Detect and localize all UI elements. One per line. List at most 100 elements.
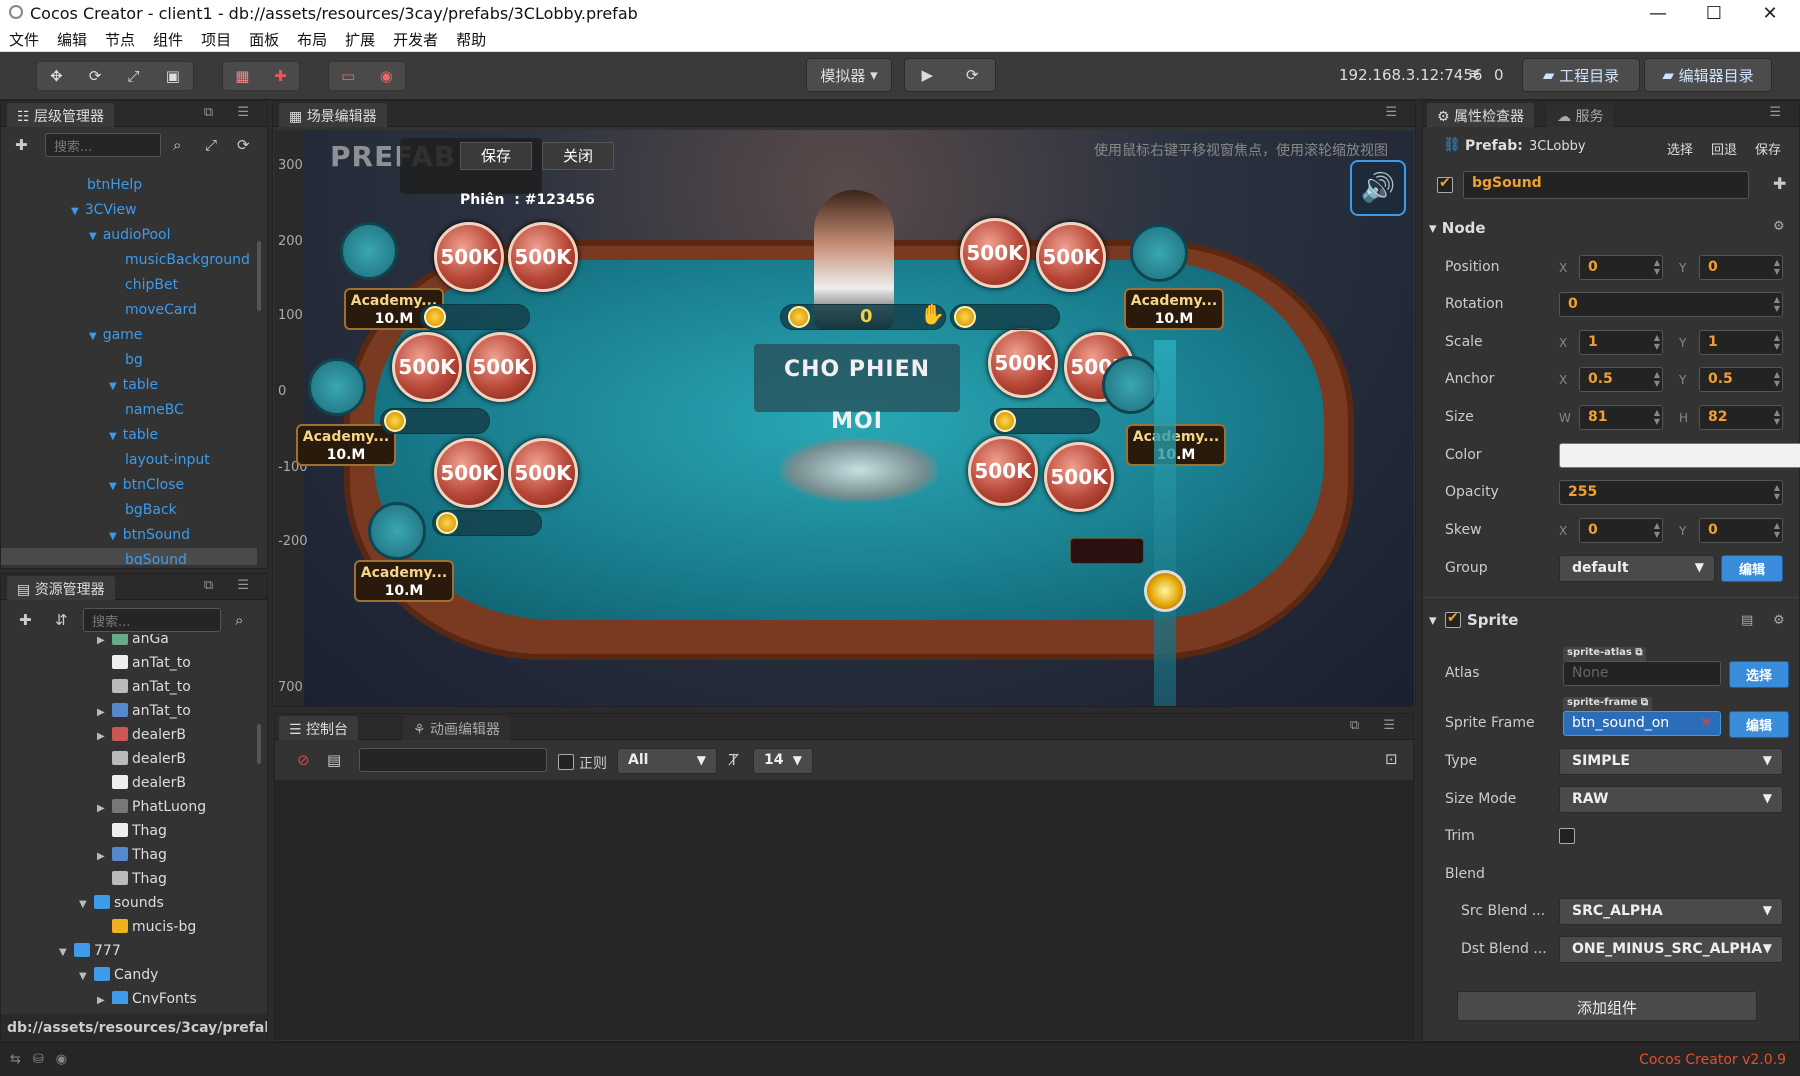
player-avatar[interactable]: [340, 222, 398, 280]
bet-chip[interactable]: 500K: [988, 328, 1058, 398]
spinner-icon[interactable]: ▲ ▼: [1654, 408, 1660, 426]
src-blend-dropdown[interactable]: SRC_ALPHA ▼: [1559, 898, 1783, 925]
expand-arrow-icon[interactable]: ▶: [97, 634, 107, 652]
size-mode-dropdown[interactable]: RAW ▼: [1559, 786, 1783, 813]
tab-scene-editor[interactable]: ▦ 场景编辑器: [279, 103, 387, 127]
player-avatar[interactable]: [308, 358, 366, 416]
hierarchy-node[interactable]: bgSound: [1, 548, 257, 565]
asset-item[interactable]: anTat_to: [97, 676, 191, 699]
menu-help[interactable]: 帮助: [447, 29, 495, 50]
menu-node[interactable]: 节点: [96, 29, 144, 50]
group-edit-button[interactable]: 编辑: [1721, 555, 1783, 582]
expand-arrow-icon[interactable]: ▼: [89, 331, 97, 342]
menu-project[interactable]: 项目: [192, 29, 240, 50]
pivot-icon[interactable]: ▦: [235, 67, 249, 85]
asset-item[interactable]: ▶ CnyFonts: [97, 988, 197, 1004]
node-name-field[interactable]: bgSound: [1463, 171, 1749, 199]
menu-component[interactable]: 组件: [144, 29, 192, 50]
tab-services[interactable]: ☁ 服务: [1547, 103, 1614, 127]
spinner-icon[interactable]: ▲ ▼: [1774, 295, 1780, 313]
hierarchy-node[interactable]: ▼ table: [109, 423, 158, 447]
hierarchy-node[interactable]: bg: [125, 348, 143, 372]
font-size-dropdown[interactable]: 14 ▼: [753, 748, 813, 774]
hierarchy-node[interactable]: ▼ audioPool: [89, 223, 170, 247]
size-w-field[interactable]: 81 ▲ ▼: [1579, 405, 1663, 430]
bet-chip[interactable]: 500K: [968, 436, 1038, 506]
spinner-icon[interactable]: ▲ ▼: [1774, 521, 1780, 539]
asset-item[interactable]: ▼ sounds: [79, 892, 164, 915]
prefab-select-button[interactable]: 选择: [1667, 139, 1693, 158]
spinner-icon[interactable]: ▲ ▼: [1654, 521, 1660, 539]
hierarchy-search-input[interactable]: 搜索...: [45, 133, 161, 157]
prefab-save-button[interactable]: 保存: [1755, 139, 1781, 158]
maximize-button[interactable]: ☐: [1686, 0, 1742, 27]
asset-item[interactable]: ▶ anGa: [97, 634, 169, 651]
expand-arrow-icon[interactable]: ▼: [109, 481, 117, 492]
book-icon[interactable]: ▤: [1741, 613, 1753, 628]
panel-menu-icon[interactable]: ⧉ ☰: [204, 578, 259, 593]
clear-icon[interactable]: ⊘: [297, 751, 310, 769]
clear-icon[interactable]: ✕: [1700, 715, 1712, 731]
tab-animation-editor[interactable]: ⚘ 动画编辑器: [403, 716, 511, 740]
search-icon[interactable]: ⌕: [173, 136, 181, 154]
type-dropdown[interactable]: SIMPLE ▼: [1559, 748, 1783, 775]
expand-arrow-icon[interactable]: ▼: [71, 206, 79, 217]
menu-edit[interactable]: 编辑: [48, 29, 96, 50]
bet-chip[interactable]: 500K: [466, 332, 536, 402]
sprite-enabled-checkbox[interactable]: [1445, 610, 1461, 628]
rotate-tool-icon[interactable]: ⟳: [89, 67, 102, 85]
player-avatar[interactable]: [1130, 224, 1188, 282]
add-icon[interactable]: ✚: [1773, 174, 1786, 193]
scale-x-field[interactable]: 1 ▲ ▼: [1579, 330, 1663, 355]
local-icon[interactable]: ✚: [274, 67, 287, 85]
asset-item[interactable]: anTat_to: [97, 652, 191, 675]
log-file-icon[interactable]: ▤: [327, 751, 341, 769]
sort-icon[interactable]: ⇵: [55, 611, 68, 629]
atlas-field[interactable]: None: [1563, 661, 1721, 686]
minimize-button[interactable]: —: [1630, 0, 1686, 27]
hierarchy-node[interactable]: btnHelp: [87, 173, 142, 197]
prefab-revert-button[interactable]: 回退: [1711, 139, 1737, 158]
simulator-dropdown[interactable]: 模拟器 ▾: [806, 58, 892, 92]
opacity-field[interactable]: 255 ▲ ▼: [1559, 480, 1783, 505]
hierarchy-node[interactable]: ▼ btnClose: [109, 473, 184, 497]
play-icon[interactable]: ▶: [921, 66, 933, 84]
dst-blend-dropdown[interactable]: ONE_MINUS_SRC_ALPHA ▼: [1559, 936, 1783, 963]
asset-item[interactable]: ▶ anTat_to: [97, 700, 191, 723]
spinner-icon[interactable]: ▲ ▼: [1654, 370, 1660, 388]
node-section-header[interactable]: ▾ Node: [1429, 219, 1486, 237]
asset-item[interactable]: ▶ dealerB: [97, 724, 186, 747]
expand-arrow-icon[interactable]: ▼: [59, 941, 69, 964]
hierarchy-node[interactable]: musicBackground: [125, 248, 250, 272]
prefab-close-button[interactable]: 关闭: [542, 142, 614, 170]
collapse-icon[interactable]: ⊡: [1385, 750, 1398, 768]
rotation-field[interactable]: 0 ▲ ▼: [1559, 292, 1783, 317]
search-icon[interactable]: ⌕: [235, 611, 243, 629]
scale-y-field[interactable]: 1 ▲ ▼: [1699, 330, 1783, 355]
bet-chip[interactable]: 500K: [434, 438, 504, 508]
assets-scrollbar[interactable]: [257, 724, 261, 764]
tab-assets[interactable]: ▤ 资源管理器: [7, 576, 115, 600]
log-level-dropdown[interactable]: All ▼: [617, 748, 717, 774]
expand-arrow-icon[interactable]: ▼: [109, 431, 117, 442]
hierarchy-node[interactable]: ▼ table: [109, 373, 158, 397]
project-dir-button[interactable]: ▰ 工程目录: [1522, 58, 1640, 92]
tab-inspector[interactable]: ⚙ 属性检查器: [1427, 103, 1535, 127]
scene-viewport[interactable]: 300 200 100 0 -100 -200 700 PREFAB 保存 关闭…: [274, 130, 1414, 706]
spinner-icon[interactable]: ▲ ▼: [1774, 370, 1780, 388]
expand-icon[interactable]: ⤢: [205, 136, 217, 154]
assets-search-input[interactable]: 搜索...: [83, 608, 221, 632]
hierarchy-node[interactable]: ▼ game: [89, 323, 142, 347]
asset-item[interactable]: ▼ 777: [59, 940, 121, 963]
hierarchy-node[interactable]: moveCard: [125, 298, 197, 322]
hierarchy-node[interactable]: ▼ 3CView: [71, 198, 137, 222]
bet-chip[interactable]: 500K: [508, 222, 578, 292]
menu-layout[interactable]: 布局: [288, 29, 336, 50]
asset-item[interactable]: mucis-bg: [97, 916, 196, 939]
bet-chip[interactable]: 500K: [1044, 442, 1114, 512]
add-asset-icon[interactable]: ✚: [19, 611, 32, 629]
slider-knob[interactable]: [1144, 570, 1186, 612]
anchor-y-field[interactable]: 0.5 ▲ ▼: [1699, 367, 1783, 392]
add-node-icon[interactable]: ✚: [15, 136, 28, 154]
record-icon[interactable]: ◉: [380, 67, 393, 85]
